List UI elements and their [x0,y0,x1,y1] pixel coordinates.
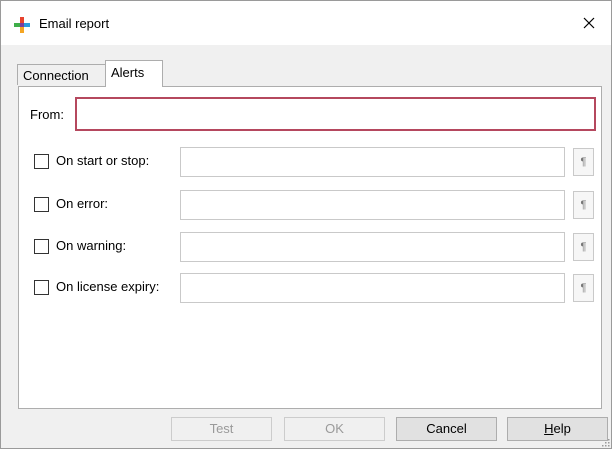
ok-button[interactable]: OK [284,417,385,441]
help-button[interactable]: Help [507,417,608,441]
title-bar: Email report [1,1,611,45]
pilcrow-icon: ¶ [580,241,587,253]
start-stop-input[interactable] [180,147,565,177]
warning-checkbox[interactable] [34,239,49,254]
help-mnemonic: H [544,421,554,436]
warning-input[interactable] [180,232,565,262]
tab-connection[interactable]: Connection [17,64,106,85]
license-expiry-label: On license expiry: [56,279,160,294]
error-input[interactable] [180,190,565,220]
resize-grip-icon[interactable] [600,437,610,447]
from-input[interactable] [75,97,596,131]
alert-row-warning: On warning: ¶ [34,232,594,262]
from-label: From: [30,107,64,122]
pilcrow-icon: ¶ [580,156,587,168]
pilcrow-icon: ¶ [580,199,587,211]
warning-pilcrow-button[interactable]: ¶ [573,233,594,261]
start-stop-pilcrow-button[interactable]: ¶ [573,148,594,176]
test-button[interactable]: Test [171,417,272,441]
close-icon [583,17,595,29]
pilcrow-icon: ¶ [580,282,587,294]
error-label: On error: [56,196,109,211]
close-button[interactable] [575,10,603,36]
cancel-button[interactable]: Cancel [396,417,497,441]
alert-row-start-stop: On start or stop: ¶ [34,147,594,177]
alerts-panel: From: On start or stop: ¶ On error: ¶ On… [18,86,602,409]
start-stop-label: On start or stop: [56,153,150,168]
start-stop-checkbox[interactable] [34,154,49,169]
license-expiry-pilcrow-button[interactable]: ¶ [573,274,594,302]
warning-label: On warning: [56,238,127,253]
window-title: Email report [39,16,110,31]
error-pilcrow-button[interactable]: ¶ [573,191,594,219]
license-expiry-checkbox[interactable] [34,280,49,295]
help-label-rest: elp [553,421,571,436]
alert-row-license-expiry: On license expiry: ¶ [34,273,594,303]
email-report-dialog: Email report Connection Alerts From: On … [0,0,612,449]
dialog-body: Connection Alerts From: On start or stop… [1,45,611,448]
license-expiry-input[interactable] [180,273,565,303]
alert-row-error: On error: ¶ [34,190,594,220]
colorful-plus-icon [14,17,30,33]
tab-alerts[interactable]: Alerts [105,60,163,87]
error-checkbox[interactable] [34,197,49,212]
